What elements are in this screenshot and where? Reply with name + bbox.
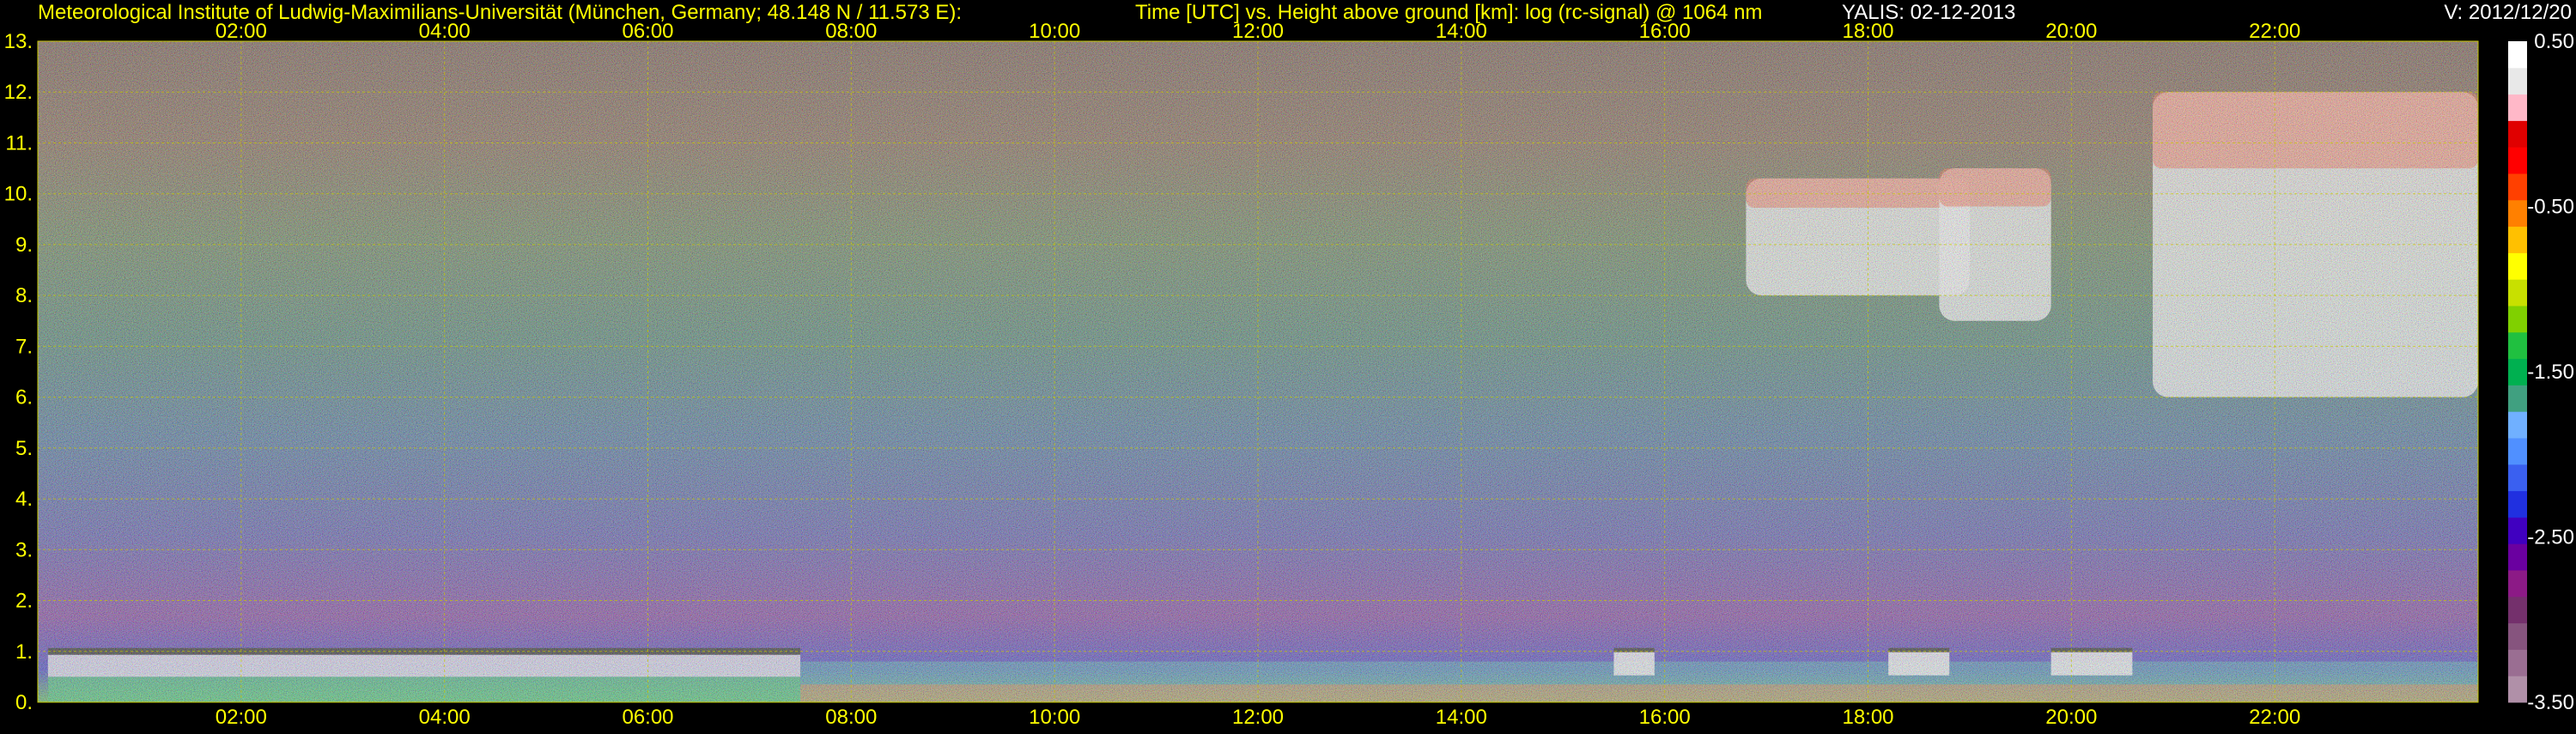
colorbar-segment xyxy=(2508,543,2527,571)
x-tick-label-bottom: 22:00 xyxy=(2249,706,2300,729)
lidar-svg: Meteorological Institute of Ludwig-Maxim… xyxy=(4,1,2574,729)
colorbar-segment xyxy=(2508,649,2527,676)
x-tick-label-top: 12:00 xyxy=(1232,20,1284,43)
x-tick-label-top: 08:00 xyxy=(825,20,877,43)
colorbar-tick-label: -2.50 xyxy=(2527,526,2574,549)
x-tick-label-bottom: 14:00 xyxy=(1436,706,1487,729)
y-tick-label: 13. xyxy=(4,30,33,53)
colorbar-segment xyxy=(2508,570,2527,598)
x-tick-label-top: 06:00 xyxy=(622,20,673,43)
colorbar-segment xyxy=(2508,147,2527,174)
colorbar-segment xyxy=(2508,252,2527,280)
version-label: V: 2012/12/20 xyxy=(2444,1,2572,24)
y-tick-label: 12. xyxy=(4,81,33,104)
y-tick-label: 0. xyxy=(15,691,33,714)
colorbar-segment xyxy=(2508,385,2527,412)
colorbar-segment xyxy=(2508,94,2527,121)
colorbar-tick-label: -0.50 xyxy=(2527,196,2574,219)
colorbar-tick-label: 0.50 xyxy=(2534,30,2574,53)
x-tick-label-bottom: 02:00 xyxy=(216,706,267,729)
x-tick-label-top: 04:00 xyxy=(419,20,471,43)
x-tick-label-bottom: 06:00 xyxy=(622,706,673,729)
colorbar-segment xyxy=(2508,41,2527,69)
colorbar-segment xyxy=(2508,358,2527,385)
x-tick-label-bottom: 08:00 xyxy=(825,706,877,729)
x-tick-label-bottom: 10:00 xyxy=(1029,706,1080,729)
colorbar-tick-label: -1.50 xyxy=(2527,361,2574,384)
x-tick-label-top: 18:00 xyxy=(1842,20,1893,43)
colorbar-segment xyxy=(2508,438,2527,465)
colorbar-segment xyxy=(2508,676,2527,703)
x-tick-label-top: 16:00 xyxy=(1639,20,1691,43)
x-tick-label-bottom: 16:00 xyxy=(1639,706,1691,729)
x-tick-label-top: 02:00 xyxy=(216,20,267,43)
colorbar-segment xyxy=(2508,67,2527,95)
colorbar-segment xyxy=(2508,464,2527,492)
institute-title: Meteorological Institute of Ludwig-Maxim… xyxy=(38,1,962,24)
y-tick-label: 8. xyxy=(15,284,33,307)
colorbar-segment xyxy=(2508,622,2527,650)
colorbar-segment xyxy=(2508,306,2527,333)
x-tick-label-top: 22:00 xyxy=(2249,20,2300,43)
y-tick-label: 7. xyxy=(15,335,33,358)
x-tick-label-top: 14:00 xyxy=(1436,20,1487,43)
y-tick-label: 10. xyxy=(4,183,33,206)
colorbar-segment xyxy=(2508,331,2527,360)
x-tick-label-top: 10:00 xyxy=(1029,20,1080,43)
y-tick-label: 2. xyxy=(15,590,33,613)
y-tick-label: 3. xyxy=(15,538,33,561)
colorbar-segment xyxy=(2508,173,2527,201)
colorbar-segment xyxy=(2508,490,2527,518)
y-tick-label: 6. xyxy=(15,386,33,409)
y-tick-label: 1. xyxy=(15,640,33,664)
plot-area xyxy=(37,40,2479,703)
colorbar: 0.50 -0.50 -1.50 -2.50 -3.50 xyxy=(2508,30,2574,714)
y-tick-label: 5. xyxy=(15,437,33,460)
y-axis: 0. 1. 2. 3. 4. 5. 6. 7. 8. 9. 10. 11. 12. 13. xyxy=(4,30,33,714)
x-tick-label-bottom: 04:00 xyxy=(419,706,471,729)
lidar-plot: Meteorological Institute of Ludwig-Maxim… xyxy=(0,0,2576,730)
x-tick-label-bottom: 20:00 xyxy=(2045,706,2097,729)
x-tick-label-top: 20:00 xyxy=(2045,20,2097,43)
x-tick-label-bottom: 18:00 xyxy=(1842,706,1893,729)
y-tick-label: 11. xyxy=(5,131,33,155)
y-tick-label: 9. xyxy=(15,234,33,257)
colorbar-segment xyxy=(2508,411,2527,439)
x-axis-bottom: 02:00 04:00 06:00 08:00 10:00 12:00 14:00 16:00… xyxy=(216,706,2300,729)
colorbar-segment xyxy=(2508,279,2527,306)
colorbar-segment xyxy=(2508,226,2527,253)
colorbar-segment xyxy=(2508,120,2527,148)
y-tick-label: 4. xyxy=(15,488,33,511)
colorbar-segment xyxy=(2508,199,2527,227)
colorbar-tick-label: -3.50 xyxy=(2527,691,2574,714)
colorbar-segment xyxy=(2508,596,2527,624)
colorbar-segment xyxy=(2508,517,2527,544)
x-tick-label-bottom: 12:00 xyxy=(1232,706,1284,729)
